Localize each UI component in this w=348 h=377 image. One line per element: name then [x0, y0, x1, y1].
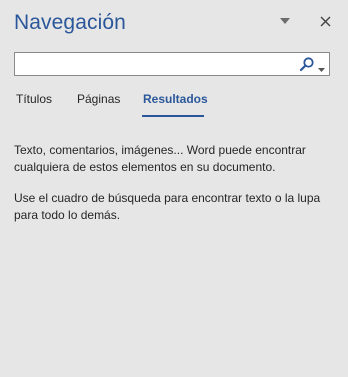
pane-title: Navegación	[14, 11, 126, 34]
results-message-1: Texto, comentarios, imágenes... Word pue…	[14, 143, 306, 174]
triangle-down-icon	[280, 18, 290, 24]
search-options-dropdown[interactable]	[318, 60, 326, 72]
tab-resultados[interactable]: Resultados	[143, 92, 208, 106]
tab-paginas[interactable]: Páginas	[77, 92, 120, 106]
caret-down-icon	[318, 68, 325, 72]
search-input[interactable]	[19, 55, 289, 73]
search-button[interactable]	[299, 56, 315, 72]
tab-strip: Títulos Páginas Resultados	[0, 92, 348, 120]
tab-titulos[interactable]: Títulos	[16, 92, 52, 106]
navigation-pane: Navegación Títulos Páginas Resultados Te…	[0, 0, 348, 377]
results-message-2: Use el cuadro de búsqueda para encontrar…	[14, 191, 321, 222]
magnifier-icon	[299, 57, 314, 72]
search-box	[14, 52, 330, 76]
pane-options-button[interactable]	[278, 16, 292, 26]
active-tab-indicator	[142, 115, 204, 117]
close-button[interactable]	[316, 12, 334, 30]
close-icon	[320, 16, 330, 26]
